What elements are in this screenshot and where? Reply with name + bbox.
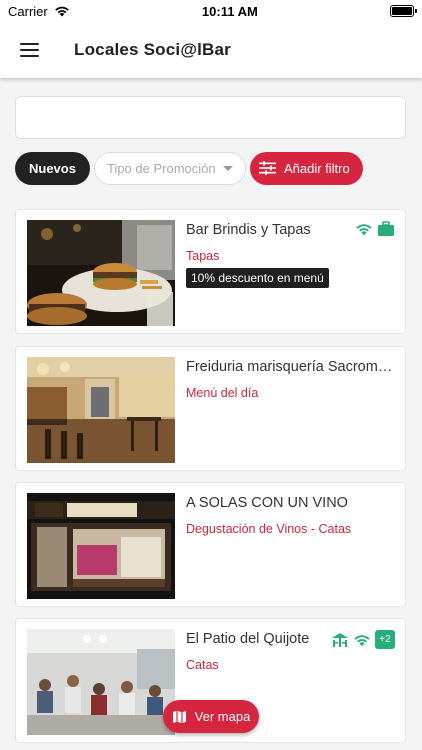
map-view-button[interactable]: Ver mapa	[163, 700, 259, 733]
venue-photo-storefront	[27, 493, 175, 599]
venue-name: Freiduria marisquería Sacromonte	[186, 359, 396, 375]
status-bar: Carrier 10:11 AM	[0, 0, 422, 22]
venue-category: Menú del día	[186, 386, 259, 400]
battery-icon	[390, 5, 417, 17]
venue-photo-event	[27, 629, 175, 735]
venue-photo-burger	[27, 220, 175, 326]
venue-card-a-solas[interactable]: A SOLAS CON UN VINO Degustación de Vinos…	[15, 482, 406, 607]
wifi-icon	[354, 634, 370, 646]
venue-card-freiduria[interactable]: Freiduria marisquería Sacromonte Menú de…	[15, 346, 406, 471]
promotion-type-placeholder: Tipo de Promoción	[106, 160, 216, 176]
status-time: 10:11 AM	[201, 3, 258, 19]
venue-card-brindis[interactable]: Bar Brindis y Tapas Tapas 10% descuento …	[15, 209, 406, 334]
wifi-signal-icon	[54, 6, 69, 17]
carrier-label: Carrier	[8, 3, 48, 19]
nuevos-chip[interactable]: Nuevos	[15, 151, 90, 185]
wifi-icon	[356, 224, 372, 236]
terrace-icon	[332, 632, 348, 647]
venue-category: Catas	[186, 658, 219, 672]
venue-name: El Patio del Quijote	[186, 631, 310, 647]
venue-name: Bar Brindis y Tapas	[186, 222, 311, 238]
venue-feature-icons: +2	[331, 630, 395, 649]
page-title: Locales Soci@lBar	[74, 40, 231, 59]
search-box	[15, 96, 406, 139]
venue-photo-bar-interior	[27, 357, 175, 463]
add-filter-button[interactable]: Añadir filtro	[249, 151, 363, 185]
sliders-icon	[258, 161, 276, 175]
more-features-badge: +2	[375, 630, 395, 649]
promotion-type-select[interactable]: Tipo de Promoción	[93, 151, 246, 185]
hamburger-icon	[19, 43, 39, 57]
promotion-badge: 10% descuento en menú	[186, 268, 329, 288]
map-icon	[172, 710, 186, 723]
chevron-down-icon	[222, 165, 233, 171]
venue-feature-icons	[355, 221, 395, 237]
venue-category: Degustación de Vinos - Catas	[186, 522, 352, 536]
venue-category: Tapas	[186, 249, 220, 263]
briefcase-icon	[378, 221, 394, 236]
filter-bar: Nuevos Tipo de Promoción Añadir filtro	[15, 151, 363, 185]
status-left: Carrier	[8, 4, 70, 19]
add-filter-label: Añadir filtro	[283, 160, 350, 176]
menu-button[interactable]	[0, 22, 58, 78]
app-header: Locales Soci@lBar	[0, 22, 422, 78]
map-button-label: Ver mapa	[194, 709, 251, 724]
venue-name: A SOLAS CON UN VINO	[186, 495, 348, 511]
battery-fill	[392, 7, 412, 15]
search-input[interactable]	[16, 97, 405, 138]
